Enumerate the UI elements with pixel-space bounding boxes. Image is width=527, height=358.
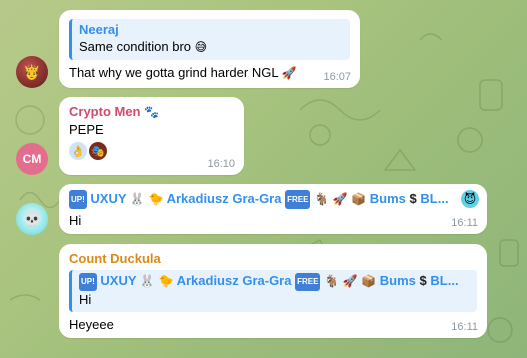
reaction-ok-hand-icon[interactable]: 👌 [69, 142, 87, 160]
message-time: 16:10 [207, 158, 235, 170]
title-part-arkadiusz[interactable]: Arkadiusz Gra-Gra [167, 191, 282, 206]
avatar-initials: CM [22, 152, 42, 166]
message-text: That why we gotta grind harder NGL [69, 65, 279, 80]
dollar-emoji-icon: $ [419, 273, 427, 288]
up-badge-icon: UP! [69, 190, 87, 209]
chat-scrollbar[interactable] [523, 0, 527, 358]
rabbit-emoji-icon: 🐰 [129, 192, 145, 206]
free-badge-icon: FREE [285, 190, 311, 209]
reply-sender-name: Neeraj [79, 22, 119, 37]
rocket-emoji-icon: 🚀 [342, 274, 358, 288]
message-text: Heyeee [69, 317, 114, 332]
reply-text: Hi [79, 292, 92, 307]
dollar-emoji-icon: $ [409, 191, 417, 206]
avatar-image-icon: 🤴 [23, 63, 41, 80]
package-emoji-icon: 📦 [361, 274, 377, 288]
avatar-neeraj-thread[interactable]: 🤴 [16, 56, 48, 88]
message-time: 16:11 [451, 321, 478, 333]
avatar-skull[interactable]: 💀 [16, 203, 48, 235]
title-part-bl[interactable]: BL... [420, 191, 448, 206]
sender-name[interactable]: Crypto Men [69, 104, 141, 119]
goat-emoji-icon: 🐐 [324, 274, 340, 288]
status-emoji-icon: 😈 [461, 190, 479, 208]
reply-title-part-bl: BL... [430, 273, 459, 288]
message-bubble[interactable]: Crypto Men 🐾 PEPE 👌 🎭 16:10 [59, 97, 244, 175]
chick-emoji-icon: 🐤 [148, 192, 164, 206]
title-part-uxuy[interactable]: UXUY [90, 191, 126, 206]
free-badge-icon: FREE [295, 273, 321, 291]
reply-text: Same condition bro [79, 39, 192, 54]
chick-emoji-icon: 🐤 [158, 274, 174, 288]
message-bubble[interactable]: Count Duckula UP! UXUY 🐰 🐤 Arkadiusz Gra… [59, 244, 487, 338]
rocket-emoji-icon: 🚀 [281, 66, 297, 80]
reaction-avatar-icon[interactable]: 🎭 [89, 142, 107, 160]
reply-title-part-arkadiusz: Arkadiusz Gra-Gra [176, 273, 292, 288]
reply-title-part-bums: Bums [379, 273, 416, 288]
message-text: PEPE [69, 122, 104, 137]
title-part-bums[interactable]: Bums [370, 191, 406, 206]
reply-preview[interactable]: Neeraj Same condition bro 😅 [69, 19, 350, 60]
up-badge-icon: UP! [79, 273, 97, 291]
avatar-crypto-men[interactable]: CM [16, 143, 48, 175]
goat-emoji-icon: 🐐 [314, 192, 330, 206]
paw-prints-emoji-icon: 🐾 [144, 105, 160, 119]
package-emoji-icon: 📦 [351, 192, 367, 206]
message-time: 16:07 [323, 71, 351, 83]
sender-name[interactable]: Count Duckula [69, 250, 477, 267]
skull-icon: 💀 [22, 211, 42, 228]
message-bubble[interactable]: UP! UXUY 🐰 🐤 Arkadiusz Gra-Gra FREE 🐐 🚀 … [59, 184, 487, 234]
message-text: Hi [69, 213, 82, 228]
reply-preview[interactable]: UP! UXUY 🐰 🐤 Arkadiusz Gra-Gra FREE 🐐 🚀 … [69, 270, 477, 312]
message-bubble[interactable]: Neeraj Same condition bro 😅 That why we … [59, 10, 360, 88]
sweat-smile-emoji-icon: 😅 [194, 40, 208, 54]
message-time: 16:11 [451, 217, 478, 229]
reply-title-part-uxuy: UXUY [100, 273, 137, 288]
rocket-emoji-icon: 🚀 [332, 192, 348, 206]
rabbit-emoji-icon: 🐰 [139, 274, 155, 288]
